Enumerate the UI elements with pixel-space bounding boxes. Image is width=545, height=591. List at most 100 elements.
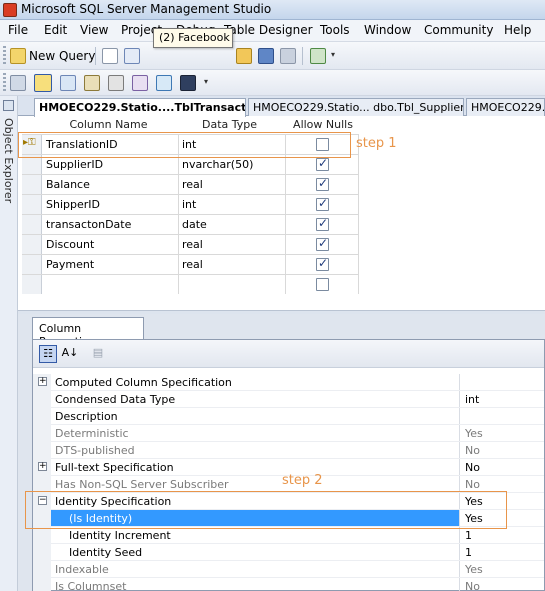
property-value[interactable]: Yes bbox=[465, 427, 483, 440]
data-type-cell[interactable]: nvarchar(50) bbox=[182, 158, 253, 171]
table-designer-grid: Column Name Data Type Allow Nulls ▸⚿ Tran… bbox=[18, 116, 545, 310]
title-bar: Microsoft SQL Server Management Studio bbox=[0, 0, 545, 20]
property-row[interactable]: Description bbox=[33, 408, 544, 425]
menu-file[interactable]: File bbox=[8, 23, 28, 37]
menu-table-designer[interactable]: Table Designer bbox=[224, 23, 313, 37]
expand-icon[interactable]: + bbox=[38, 377, 47, 386]
property-row[interactable]: Is Columnset No bbox=[33, 578, 544, 591]
new-query-button[interactable]: New Query bbox=[29, 49, 95, 63]
alphabetical-sort-icon[interactable]: A↓ bbox=[61, 345, 79, 363]
manage-xml-indexes-icon[interactable] bbox=[132, 75, 148, 91]
allow-nulls-checkbox[interactable] bbox=[316, 236, 329, 251]
menu-window[interactable]: Window bbox=[364, 23, 411, 37]
property-gutter bbox=[33, 408, 51, 425]
tab-tbl-supplier[interactable]: HMOECO229.Statio... dbo.Tbl_Supplier bbox=[248, 98, 464, 116]
open-folder-icon[interactable] bbox=[236, 48, 252, 64]
column-name-cell[interactable]: Balance bbox=[46, 178, 90, 191]
property-name: Condensed Data Type bbox=[55, 393, 176, 406]
check-constraints-icon[interactable] bbox=[156, 75, 172, 91]
activity-monitor-icon[interactable] bbox=[310, 48, 326, 64]
data-type-cell[interactable]: real bbox=[182, 178, 203, 191]
column-name-cell[interactable]: ShipperID bbox=[46, 198, 100, 211]
allow-nulls-checkbox[interactable] bbox=[316, 196, 329, 211]
property-value[interactable]: Yes bbox=[465, 563, 483, 576]
property-value[interactable]: 1 bbox=[465, 529, 472, 542]
allow-nulls-checkbox[interactable] bbox=[316, 176, 329, 191]
table-row[interactable]: Discount real bbox=[22, 234, 359, 254]
toolbar-grip[interactable] bbox=[3, 46, 6, 66]
allow-nulls-checkbox[interactable] bbox=[316, 156, 329, 171]
menu-tools[interactable]: Tools bbox=[320, 23, 350, 37]
table-row[interactable]: ShipperID int bbox=[22, 194, 359, 214]
allow-nulls-checkbox[interactable] bbox=[316, 216, 329, 231]
row-selector[interactable] bbox=[22, 255, 42, 274]
row-selector[interactable] bbox=[22, 275, 42, 294]
table-row[interactable] bbox=[22, 274, 359, 294]
row-selector[interactable] bbox=[22, 175, 42, 194]
property-row[interactable]: Indexable Yes bbox=[33, 561, 544, 578]
object-explorer-label[interactable]: Object Explorer bbox=[2, 118, 15, 203]
table-row[interactable]: transactonDate date bbox=[22, 214, 359, 234]
property-value[interactable]: No bbox=[465, 444, 480, 457]
allow-nulls-checkbox[interactable] bbox=[316, 256, 329, 271]
database-engine-query-icon[interactable] bbox=[124, 48, 140, 64]
table-row[interactable]: Balance real bbox=[22, 174, 359, 194]
property-name: DTS-published bbox=[55, 444, 135, 457]
menu-help[interactable]: Help bbox=[504, 23, 531, 37]
column-name-cell[interactable]: SupplierID bbox=[46, 158, 103, 171]
property-row[interactable]: DTS-published No bbox=[33, 442, 544, 459]
column-name-cell[interactable]: transactonDate bbox=[46, 218, 131, 231]
property-gutter bbox=[33, 544, 51, 561]
property-row[interactable]: + Computed Column Specification bbox=[33, 374, 544, 391]
menu-edit[interactable]: Edit bbox=[44, 23, 67, 37]
object-explorer-strip[interactable]: Object Explorer bbox=[0, 96, 18, 591]
tab-column-properties[interactable]: Column Properties bbox=[32, 317, 144, 348]
menu-community[interactable]: Community bbox=[424, 23, 493, 37]
column-name-cell[interactable]: Discount bbox=[46, 238, 94, 251]
tab-tbltransaction[interactable]: HMOECO229.Statio....TblTransaction* bbox=[34, 98, 246, 117]
print-icon[interactable] bbox=[280, 48, 296, 64]
categorized-icon[interactable]: ☷ bbox=[39, 345, 57, 363]
manage-spatial-indexes-icon[interactable] bbox=[180, 75, 196, 91]
property-pages-icon[interactable]: ▤ bbox=[89, 345, 107, 363]
row-selector[interactable] bbox=[22, 215, 42, 234]
table-row[interactable]: Payment real bbox=[22, 254, 359, 274]
document-tab-strip: HMOECO229.Statio....TblTransaction* HMOE… bbox=[18, 96, 545, 117]
property-name: Description bbox=[55, 410, 118, 423]
property-row[interactable]: Condensed Data Type int bbox=[33, 391, 544, 408]
set-primary-key-icon[interactable] bbox=[34, 74, 52, 92]
new-file-icon[interactable] bbox=[102, 48, 118, 64]
toolbar-overflow-icon[interactable]: ▾ bbox=[331, 50, 335, 59]
data-type-cell[interactable]: int bbox=[182, 198, 196, 211]
data-type-cell[interactable]: real bbox=[182, 258, 203, 271]
property-value[interactable]: No bbox=[465, 580, 480, 591]
toolbar-overflow-icon[interactable]: ▾ bbox=[204, 77, 208, 86]
property-name: Is Columnset bbox=[55, 580, 127, 591]
allow-nulls-checkbox[interactable] bbox=[316, 278, 329, 291]
data-type-cell[interactable]: date bbox=[182, 218, 207, 231]
manage-fulltext-icon[interactable] bbox=[108, 75, 124, 91]
menu-view[interactable]: View bbox=[80, 23, 108, 37]
row-selector[interactable] bbox=[22, 195, 42, 214]
property-value[interactable]: No bbox=[465, 478, 480, 491]
column-name-cell[interactable]: Payment bbox=[46, 258, 94, 271]
property-value[interactable]: 1 bbox=[465, 546, 472, 559]
allow-nulls-header: Allow Nulls bbox=[288, 116, 358, 133]
property-divider bbox=[459, 391, 460, 408]
property-value[interactable]: No bbox=[465, 461, 480, 474]
save-icon[interactable] bbox=[258, 48, 274, 64]
property-row[interactable]: Identity Seed 1 bbox=[33, 544, 544, 561]
generate-change-script-icon[interactable] bbox=[10, 75, 26, 91]
property-row[interactable]: Deterministic Yes bbox=[33, 425, 544, 442]
property-row[interactable]: Identity Increment 1 bbox=[33, 527, 544, 544]
property-divider bbox=[459, 442, 460, 459]
data-type-cell[interactable]: real bbox=[182, 238, 203, 251]
toolbar-grip[interactable] bbox=[3, 73, 6, 93]
pin-icon[interactable] bbox=[3, 100, 14, 111]
expand-icon[interactable]: + bbox=[38, 462, 47, 471]
relationships-icon[interactable] bbox=[60, 75, 76, 91]
tab-third[interactable]: HMOECO229.Statio... bbox=[466, 98, 545, 116]
property-value[interactable]: int bbox=[465, 393, 479, 406]
row-selector[interactable] bbox=[22, 235, 42, 254]
manage-indexes-icon[interactable] bbox=[84, 75, 100, 91]
